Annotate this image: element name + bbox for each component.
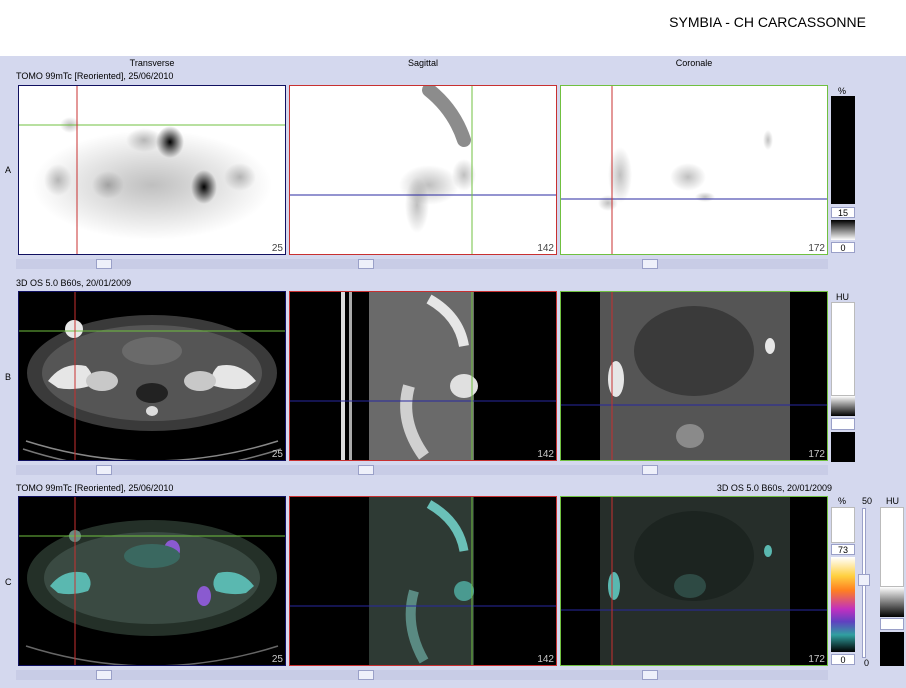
row-label-c: C — [5, 577, 12, 587]
scale-a-min[interactable]: 0 — [831, 242, 855, 253]
slice-number: 25 — [271, 654, 283, 665]
scroll-thumb-a-sagittal[interactable] — [358, 259, 374, 269]
colorbar-a-ramp — [831, 220, 855, 240]
colorbar-b-white — [831, 302, 855, 396]
scale-c-unit-pct: % — [838, 496, 847, 506]
blend-slider-max: 50 — [862, 496, 873, 506]
slice-number: 25 — [271, 243, 283, 254]
series-label-c-left: TOMO 99mTc [Reoriented], 25/06/2010 — [16, 483, 174, 493]
viewport-b-transverse[interactable]: 25 — [18, 291, 286, 461]
colorbar-c-hu-window[interactable] — [880, 618, 904, 630]
ct-coronal-image — [560, 291, 828, 461]
viewport-c-transverse[interactable]: 25 — [18, 496, 286, 666]
blend-slider-thumb[interactable] — [858, 574, 870, 586]
colorbar-b-window[interactable] — [831, 418, 855, 430]
viewport-b-coronal[interactable]: 172 — [560, 291, 828, 461]
scrollbar-b[interactable] — [16, 465, 828, 475]
scroll-thumb-c-transverse[interactable] — [96, 670, 112, 680]
scale-c-min[interactable]: 0 — [831, 654, 855, 665]
viewport-b-sagittal[interactable]: 142 — [289, 291, 557, 461]
scroll-thumb-b-coronal[interactable] — [642, 465, 658, 475]
viewport-a-coronal[interactable]: 172 — [560, 85, 828, 255]
scale-c-unit-hu: HU — [886, 496, 899, 506]
row-label-a: A — [5, 165, 12, 175]
scroll-thumb-b-transverse[interactable] — [96, 465, 112, 475]
colorbar-b-ramp — [831, 396, 855, 416]
colorbar-c-hu-ramp — [880, 587, 904, 617]
spect-sagittal-image — [289, 85, 557, 255]
colorbar-c-ramp — [831, 557, 855, 652]
scrollbar-c[interactable] — [16, 670, 828, 680]
blend-slider-min: 0 — [864, 658, 870, 668]
col-header-transverse: Transverse — [129, 58, 175, 68]
scale-b-unit: HU — [836, 292, 849, 302]
scroll-thumb-a-coronal[interactable] — [642, 259, 658, 269]
scroll-thumb-a-transverse[interactable] — [96, 259, 112, 269]
fusion-sagittal-image — [289, 496, 557, 666]
slice-number: 172 — [808, 243, 825, 254]
site-title: SYMBIA - CH CARCASSONNE — [669, 14, 866, 30]
viewport-c-sagittal[interactable]: 142 — [289, 496, 557, 666]
col-header-sagittal: Sagittal — [407, 58, 439, 68]
title-bar: SYMBIA - CH CARCASSONNE — [0, 0, 906, 56]
scroll-thumb-c-coronal[interactable] — [642, 670, 658, 680]
scrollbar-a[interactable] — [16, 259, 828, 269]
colorbar-c-hu-black — [880, 632, 904, 666]
slice-number: 172 — [808, 654, 825, 665]
scale-c-value[interactable]: 73 — [831, 544, 855, 555]
colorbar-c-hu-white — [880, 507, 904, 587]
series-label-b: 3D OS 5.0 B60s, 20/01/2009 — [16, 278, 132, 288]
scroll-thumb-b-sagittal[interactable] — [358, 465, 374, 475]
spect-transverse-image — [18, 85, 286, 255]
slice-number: 142 — [537, 449, 554, 460]
scroll-thumb-c-sagittal[interactable] — [358, 670, 374, 680]
spect-coronal-image — [560, 85, 828, 255]
row-label-b: B — [5, 372, 12, 382]
colorbar-c-white — [831, 507, 855, 543]
colorbar-b-black — [831, 432, 855, 462]
fusion-transverse-image — [18, 496, 286, 666]
slice-number: 25 — [271, 449, 283, 460]
viewport-c-coronal[interactable]: 172 — [560, 496, 828, 666]
viewport-a-transverse[interactable]: 25 — [18, 85, 286, 255]
ct-transverse-image — [18, 291, 286, 461]
viewport-a-sagittal[interactable]: 142 — [289, 85, 557, 255]
scale-a-value[interactable]: 15 — [831, 207, 855, 218]
series-label-c-right: 3D OS 5.0 B60s, 20/01/2009 — [716, 483, 832, 493]
fusion-coronal-image — [560, 496, 828, 666]
series-label-a: TOMO 99mTc [Reoriented], 25/06/2010 — [16, 71, 174, 81]
slice-number: 142 — [537, 654, 554, 665]
ct-sagittal-image — [289, 291, 557, 461]
col-header-coronal: Coronale — [675, 58, 713, 68]
colorbar-a — [831, 96, 855, 204]
scale-a-unit: % — [838, 86, 847, 96]
slice-number: 142 — [537, 243, 554, 254]
slice-number: 172 — [808, 449, 825, 460]
